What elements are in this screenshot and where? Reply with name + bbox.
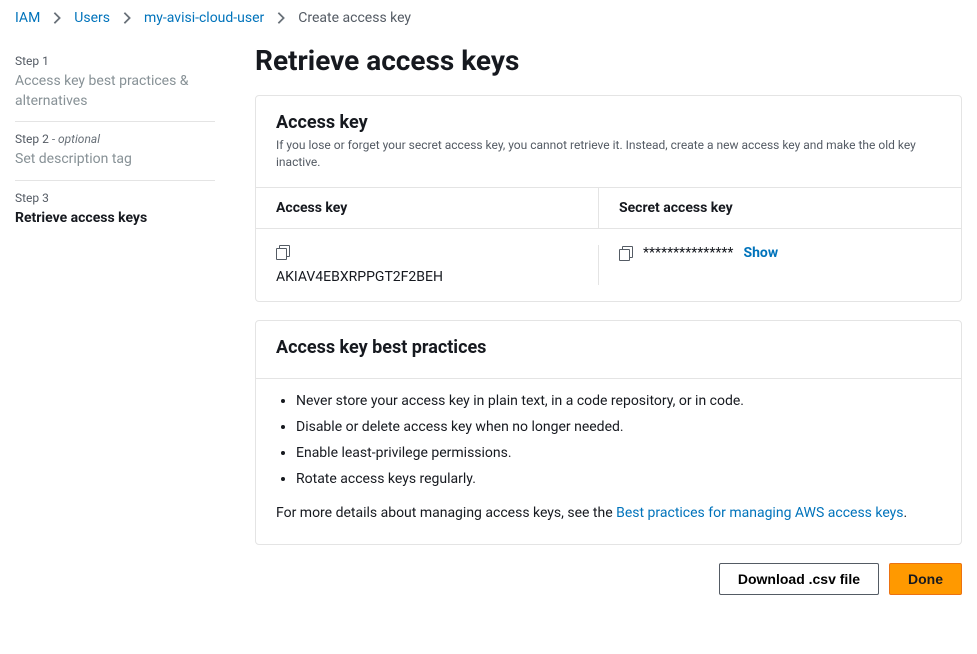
column-header-secret-key: Secret access key	[598, 188, 941, 228]
wizard-step-1[interactable]: Step 1 Access key best practices & alter…	[15, 48, 215, 121]
copy-icon[interactable]	[276, 245, 290, 259]
panel-best-practices: Access key best practices Never store yo…	[255, 320, 962, 545]
breadcrumb-link-user[interactable]: my-avisi-cloud-user	[144, 10, 264, 26]
action-bar: Download .csv file Done	[255, 563, 962, 611]
access-key-value: AKIAV4EBXRPPGT2F2BEH	[276, 269, 598, 285]
list-item: Rotate access keys regularly.	[296, 471, 941, 487]
secret-key-masked: ***************	[643, 245, 733, 261]
wizard-step-3[interactable]: Step 3 Retrieve access keys	[15, 180, 215, 239]
download-csv-button[interactable]: Download .csv file	[719, 563, 879, 595]
main-content: Retrieve access keys Access key If you l…	[255, 44, 962, 611]
list-item: Enable least-privilege permissions.	[296, 445, 941, 461]
panel-title: Access key	[276, 112, 941, 133]
chevron-right-icon	[120, 11, 134, 25]
copy-icon[interactable]	[619, 246, 633, 260]
panel-description: If you lose or forget your secret access…	[276, 137, 941, 171]
show-secret-button[interactable]: Show	[743, 245, 778, 261]
page-title: Retrieve access keys	[255, 44, 962, 77]
chevron-right-icon	[274, 11, 288, 25]
wizard-steps: Step 1 Access key best practices & alter…	[15, 44, 215, 238]
chevron-right-icon	[50, 11, 64, 25]
key-table-header: Access key Secret access key	[256, 188, 961, 229]
wizard-step-title: Retrieve access keys	[15, 209, 215, 229]
breadcrumb-link-iam[interactable]: IAM	[15, 10, 40, 26]
done-button[interactable]: Done	[889, 563, 962, 595]
list-item: Never store your access key in plain tex…	[296, 393, 941, 409]
column-header-access-key: Access key	[276, 188, 598, 228]
wizard-step-2[interactable]: Step 2 - optional Set description tag	[15, 121, 215, 180]
breadcrumb-link-users[interactable]: Users	[74, 10, 110, 26]
best-practices-list: Never store your access key in plain tex…	[276, 393, 941, 487]
wizard-step-title: Set description tag	[15, 150, 215, 170]
more-info-text: For more details about managing access k…	[276, 503, 941, 524]
wizard-step-title: Access key best practices & alternatives	[15, 72, 215, 111]
panel-access-key: Access key If you lose or forget your se…	[255, 95, 962, 302]
list-item: Disable or delete access key when no lon…	[296, 419, 941, 435]
breadcrumb-current: Create access key	[298, 10, 411, 26]
panel-title: Access key best practices	[276, 337, 941, 358]
best-practices-link[interactable]: Best practices for managing AWS access k…	[616, 505, 903, 521]
breadcrumb: IAM Users my-avisi-cloud-user Create acc…	[0, 0, 977, 44]
